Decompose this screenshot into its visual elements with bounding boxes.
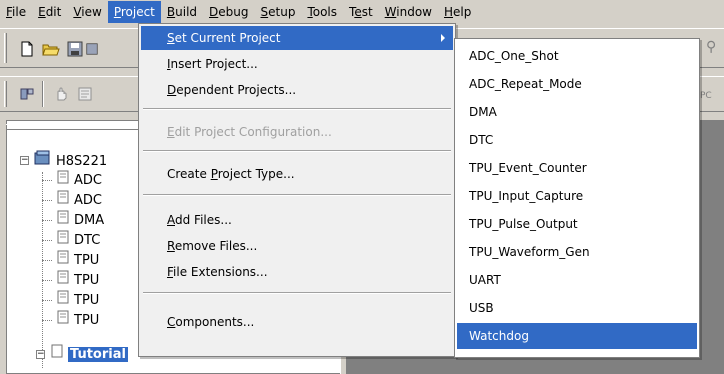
submenu-item-tpu-pulse-output[interactable]: TPU_Pulse_Output [457, 211, 697, 237]
tree-item[interactable]: DMA [42, 210, 104, 230]
set-current-project-submenu: ADC_One_Shot ADC_Repeat_Mode DMA DTC TPU… [454, 38, 700, 358]
submenu-item-tpu-waveform-gen[interactable]: TPU_Waveform_Gen [457, 239, 697, 265]
submenu-item-adc-repeat-mode[interactable]: ADC_Repeat_Mode [457, 71, 697, 97]
menu-window[interactable]: Window [379, 1, 438, 23]
tree-item[interactable]: TPU [42, 250, 99, 270]
properties-icon[interactable] [74, 83, 96, 105]
project-icon [56, 190, 70, 211]
submenu-item-dma[interactable]: DMA [457, 99, 697, 125]
toolbar-peek-label: PC [700, 91, 712, 101]
submenu-arrow-icon [441, 34, 445, 42]
tree-item[interactable]: DTC [42, 230, 100, 250]
new-file-icon[interactable] [16, 38, 38, 60]
project-menu: Set Current Project Insert Project... De… [138, 23, 456, 357]
menu-item-remove-files[interactable]: Remove Files... [141, 234, 453, 258]
submenu-item-uart[interactable]: UART [457, 267, 697, 293]
submenu-item-tpu-event-counter[interactable]: TPU_Event_Counter [457, 155, 697, 181]
tree-item[interactable]: TPU [42, 290, 99, 310]
open-folder-icon[interactable] [40, 38, 62, 60]
save-all-icon[interactable] [86, 38, 98, 60]
menu-bar: File Edit View Project Build Debug Setup… [0, 0, 724, 24]
save-icon[interactable] [64, 38, 86, 60]
menu-item-file-extensions[interactable]: File Extensions... [141, 260, 453, 284]
menu-separator [143, 194, 451, 196]
hand-icon[interactable] [50, 83, 72, 105]
menu-test[interactable]: Test [343, 1, 379, 23]
menu-separator [143, 292, 451, 294]
project-icon [50, 344, 64, 365]
tree-root[interactable]: H8S221 [34, 150, 107, 170]
submenu-item-adc-one-shot[interactable]: ADC_One_Shot [457, 43, 697, 69]
workspace-icon[interactable] [16, 83, 38, 105]
toolbar-separator [42, 81, 44, 107]
project-icon [56, 290, 70, 311]
menu-file[interactable]: File [0, 1, 32, 23]
menu-item-components[interactable]: Components... [141, 310, 453, 334]
project-icon [56, 230, 70, 251]
project-icon [56, 310, 70, 331]
tree-item[interactable]: ADC [42, 190, 102, 210]
menu-separator [143, 108, 451, 110]
menu-item-edit-project-configuration[interactable]: Edit Project Configuration... [141, 120, 453, 144]
menu-view[interactable]: View [67, 1, 107, 23]
menu-item-dependent-projects[interactable]: Dependent Projects... [141, 78, 453, 102]
menu-edit[interactable]: Edit [32, 1, 67, 23]
collapse-toggle[interactable]: − [20, 156, 29, 165]
submenu-item-usb[interactable]: USB [457, 295, 697, 321]
toolbar-grip-2[interactable] [4, 81, 7, 107]
project-icon [56, 270, 70, 291]
tree-item-selected[interactable]: Tutorial [50, 344, 128, 364]
tree-item[interactable]: ADC [42, 170, 102, 190]
tree-item[interactable]: TPU [42, 310, 99, 330]
menu-help[interactable]: Help [438, 1, 477, 23]
menu-item-add-files[interactable]: Add Files... [141, 208, 453, 232]
project-icon [56, 210, 70, 231]
submenu-item-dtc[interactable]: DTC [457, 127, 697, 153]
expand-toggle[interactable]: − [36, 350, 45, 359]
tree-item[interactable]: TPU [42, 270, 99, 290]
submenu-item-watchdog[interactable]: Watchdog [457, 323, 697, 349]
toolbar-overflow-icon: ⚲ [706, 39, 717, 55]
menu-setup[interactable]: Setup [255, 1, 302, 23]
menu-item-create-project-type[interactable]: Create Project Type... [141, 162, 453, 186]
menu-debug[interactable]: Debug [203, 1, 254, 23]
menu-item-set-current-project[interactable]: Set Current Project [141, 26, 453, 50]
project-icon [56, 170, 70, 191]
project-icon [56, 250, 70, 271]
menu-tools[interactable]: Tools [301, 1, 343, 23]
menu-item-insert-project[interactable]: Insert Project... [141, 52, 453, 76]
menu-project[interactable]: Project [107, 1, 161, 23]
menu-separator [143, 150, 451, 152]
menu-build[interactable]: Build [161, 1, 203, 23]
submenu-item-tpu-input-capture[interactable]: TPU_Input_Capture [457, 183, 697, 209]
toolbar-grip[interactable] [4, 33, 7, 63]
